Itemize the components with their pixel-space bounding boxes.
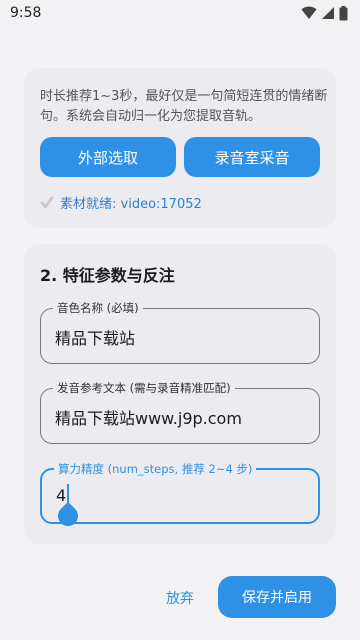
ready-status-text: 素材就绪: video:17052 xyxy=(60,196,202,212)
ready-status: 素材就绪: video:17052 xyxy=(40,192,202,212)
external-pick-button[interactable]: 外部选取 xyxy=(40,137,176,177)
num-steps-field[interactable]: 算力精度 (num_steps, 推荐 2~4 步) 4 xyxy=(40,461,320,531)
voice-name-field[interactable]: 音色名称 (必填) 精品下载站 xyxy=(40,300,320,364)
status-bar: 9:58 xyxy=(0,0,360,26)
wifi-icon xyxy=(301,6,317,19)
cursor-handle[interactable] xyxy=(53,501,83,531)
params-card: 2. 特征参数与反注 音色名称 (必填) 精品下载站 发音参考文本 (需与录音精… xyxy=(24,244,336,544)
voice-name-label: 音色名称 (必填) xyxy=(53,300,143,316)
reference-text-value: 精品下载站www.j9p.com xyxy=(55,409,242,428)
cellular-signal-icon xyxy=(322,7,334,19)
status-icons xyxy=(301,5,348,21)
battery-icon xyxy=(339,5,348,20)
cancel-button[interactable]: 放弃 xyxy=(150,582,210,614)
check-icon xyxy=(40,196,54,208)
save-enable-button[interactable]: 保存并启用 xyxy=(218,576,336,618)
voice-name-value: 精品下载站 xyxy=(55,329,136,348)
source-description: 时长推荐1~3秒，最好仅是一句简短连贯的情绪断句。系统会自动归一化为您提取音轨。 xyxy=(40,89,328,124)
status-time: 9:58 xyxy=(10,5,42,21)
num-steps-label: 算力精度 (num_steps, 推荐 2~4 步) xyxy=(54,461,257,477)
reference-text-field[interactable]: 发音参考文本 (需与录音精准匹配) 精品下载站www.j9p.com xyxy=(40,380,320,444)
reference-text-label: 发音参考文本 (需与录音精准匹配) xyxy=(53,380,235,396)
studio-record-button[interactable]: 录音室采音 xyxy=(184,137,320,177)
source-card: 时长推荐1~3秒，最好仅是一句简短连贯的情绪断句。系统会自动归一化为您提取音轨。… xyxy=(24,68,336,228)
section-title: 2. 特征参数与反注 xyxy=(40,266,175,285)
num-steps-value: 4 xyxy=(56,486,67,505)
